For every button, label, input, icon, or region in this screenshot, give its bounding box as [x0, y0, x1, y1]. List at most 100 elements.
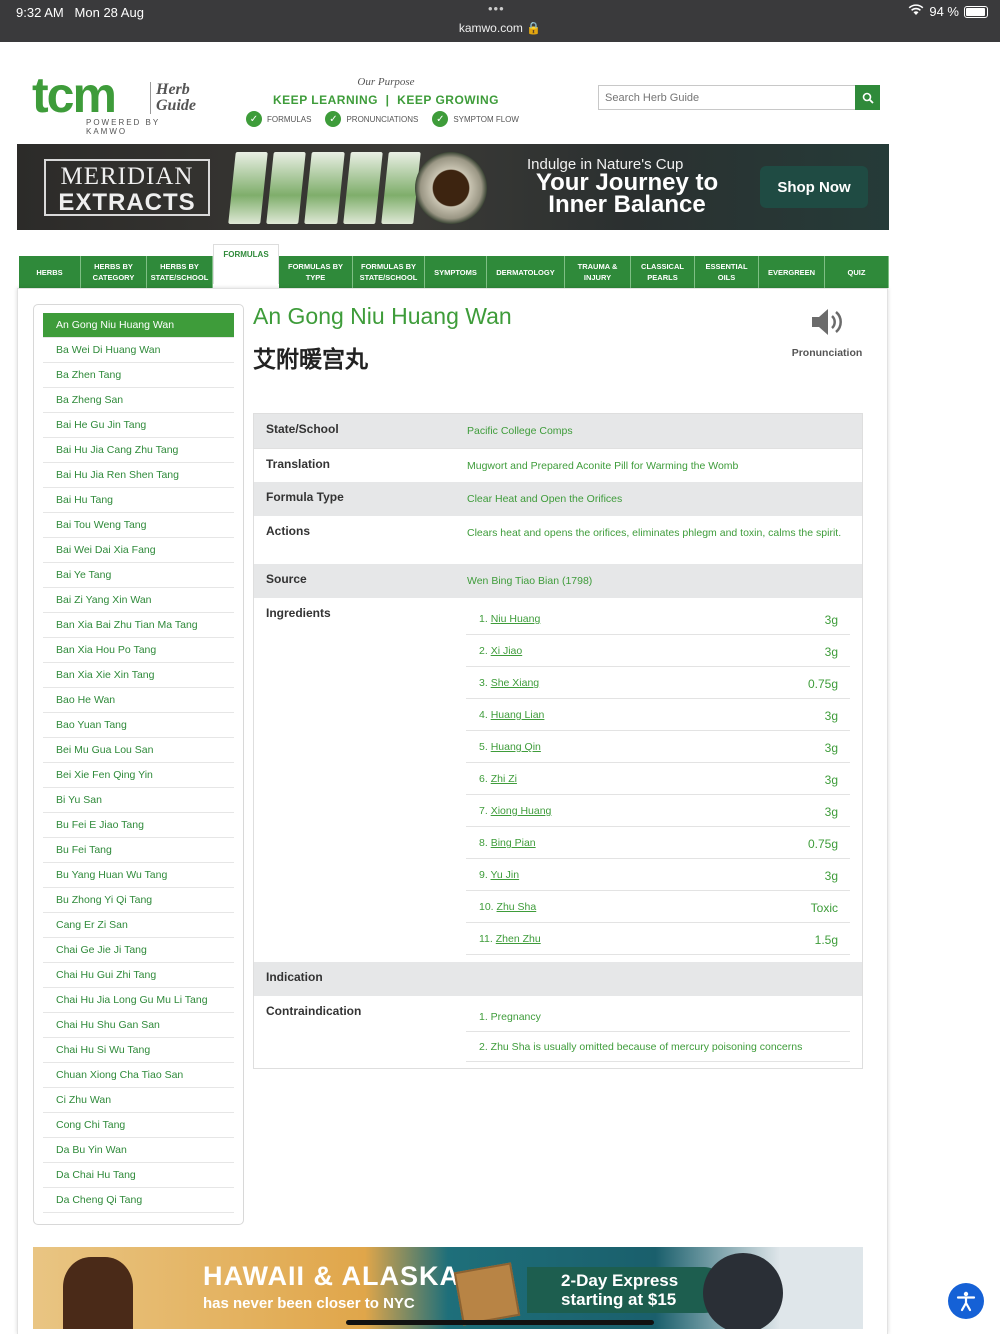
- ingredient-link[interactable]: Yu Jin: [491, 869, 520, 881]
- tab-herbs[interactable]: HERBS: [19, 256, 81, 288]
- formula-list-item[interactable]: Da Cheng Qi Tang: [43, 1188, 234, 1213]
- formula-list-item[interactable]: Da Chai Hu Tang: [43, 1163, 234, 1188]
- formula-list-item[interactable]: Bai Hu Jia Cang Zhu Tang: [43, 438, 234, 463]
- ingredient-row: 6. Zhi Zi 3g: [466, 763, 850, 795]
- lock-icon: 🔒: [526, 21, 542, 35]
- formula-list-item[interactable]: Ba Zhen Tang: [43, 363, 234, 388]
- ingredient-row: 10. Zhu Sha Toxic: [466, 891, 850, 923]
- search-button[interactable]: [855, 85, 880, 110]
- formula-list-item[interactable]: Ci Zhu Wan: [43, 1088, 234, 1113]
- formula-chinese-name: 艾附暖宫丸: [253, 346, 368, 372]
- tab-herbs-by-category[interactable]: HERBS BY CATEGORY: [81, 256, 147, 288]
- ingredient-row: 9. Yu Jin 3g: [466, 859, 850, 891]
- formula-list-item[interactable]: Bao Yuan Tang: [43, 713, 234, 738]
- tab-quiz[interactable]: QUIZ: [825, 256, 889, 288]
- formula-list-item[interactable]: Ban Xia Bai Zhu Tian Ma Tang: [43, 613, 234, 638]
- search-bar: [598, 85, 880, 110]
- shipping-box-image: [453, 1262, 521, 1326]
- formula-list-item[interactable]: Ban Xia Hou Po Tang: [43, 638, 234, 663]
- ingredient-number: 3.: [479, 677, 488, 689]
- formula-list-item[interactable]: Chai Hu Gui Zhi Tang: [43, 963, 234, 988]
- battery-icon: [964, 5, 988, 18]
- ad-person-image: [63, 1257, 133, 1329]
- ingredient-number: 11.: [479, 933, 493, 945]
- ad-subline: has never been closer to NYC: [203, 1295, 415, 1312]
- tab-dots-icon[interactable]: •••: [488, 1, 505, 16]
- ingredient-link[interactable]: She Xiang: [491, 677, 539, 689]
- search-input[interactable]: [598, 85, 855, 110]
- ingredient-number: 5.: [479, 741, 488, 753]
- formula-list-item[interactable]: Ban Xia Xie Xin Tang: [43, 663, 234, 688]
- tab-formulas-by-state-school[interactable]: FORMULAS BY STATE/SCHOOL: [353, 256, 425, 288]
- tab-symptoms[interactable]: SYMPTOMS: [425, 256, 487, 288]
- ingredient-link[interactable]: Niu Huang: [491, 613, 541, 625]
- formula-list-item[interactable]: Bai He Gu Jin Tang: [43, 413, 234, 438]
- formula-list-item[interactable]: Ba Wei Di Huang Wan: [43, 338, 234, 363]
- logo-powered-by: POWERED BY KAMWO: [86, 118, 161, 136]
- status-bar: 9:32 AM Mon 28 Aug ••• kamwo.com 🔒 94 %: [0, 0, 1000, 42]
- tab-trauma-injury[interactable]: TRAUMA & INJURY: [565, 256, 631, 288]
- ingredient-link[interactable]: Zhen Zhu: [496, 933, 541, 945]
- formula-list-item[interactable]: Chai Hu Shu Gan San: [43, 1013, 234, 1038]
- meridian-extracts-banner[interactable]: MERIDIAN EXTRACTS Indulge in Nature's Cu…: [17, 144, 889, 230]
- accessibility-button[interactable]: [948, 1283, 984, 1319]
- checkmark-icon: ✓: [325, 111, 342, 127]
- tab-dermatology[interactable]: DERMATOLOGY: [487, 256, 565, 288]
- tab-essential-oils[interactable]: ESSENTIAL OILS: [695, 256, 759, 288]
- ingredient-link[interactable]: Xiong Huang: [491, 805, 552, 817]
- tab-formulas-by-type[interactable]: FORMULAS BY TYPE: [279, 256, 353, 288]
- ingredient-link[interactable]: Huang Lian: [491, 709, 545, 721]
- tab-classical-pearls[interactable]: CLASSICAL PEARLS: [631, 256, 695, 288]
- formula-list-item[interactable]: Bei Mu Gua Lou San: [43, 738, 234, 763]
- ingredient-link[interactable]: Xi Jiao: [491, 645, 523, 657]
- ingredient-amount: 0.75g: [807, 837, 838, 851]
- formula-list-item[interactable]: Ba Zheng San: [43, 388, 234, 413]
- formula-list-item[interactable]: Bi Yu San: [43, 788, 234, 813]
- ingredient-link[interactable]: Zhi Zi: [491, 773, 517, 785]
- formula-list-item[interactable]: Bu Yang Huan Wu Tang: [43, 863, 234, 888]
- banner-headline: Your Journey to Inner Balance: [535, 169, 719, 218]
- ingredient-link[interactable]: Bing Pian: [491, 837, 536, 849]
- formula-list-item[interactable]: Da Bu Yin Wan: [43, 1138, 234, 1163]
- formula-list-item[interactable]: Bai Zi Yang Xin Wan: [43, 588, 234, 613]
- ingredient-row: 4. Huang Lian 3g: [466, 699, 850, 731]
- formula-list-item[interactable]: Chuan Xiong Cha Tiao San: [43, 1063, 234, 1088]
- ingredient-amount: 1.5g: [814, 933, 838, 947]
- formula-list-item[interactable]: Bao He Wan: [43, 688, 234, 713]
- contraindication-item: 1. Pregnancy: [466, 1002, 850, 1032]
- ingredient-link[interactable]: Zhu Sha: [497, 901, 537, 913]
- row-source: Source Wen Bing Tiao Bian (1798): [254, 564, 862, 598]
- formula-list-item[interactable]: Chai Hu Si Wu Tang: [43, 1038, 234, 1063]
- formula-list-item[interactable]: Cang Er Zi San: [43, 913, 234, 938]
- formula-list-item[interactable]: Bai Hu Jia Ren Shen Tang: [43, 463, 234, 488]
- tab-herbs-by-state-school[interactable]: HERBS BY STATE/SCHOOL: [147, 256, 213, 288]
- formula-list-item[interactable]: An Gong Niu Huang Wan: [43, 313, 234, 338]
- formula-list-item[interactable]: Bai Hu Tang: [43, 488, 234, 513]
- ad-offer: 2-Day Express starting at $15: [527, 1267, 727, 1313]
- formula-list-item[interactable]: Chai Hu Jia Long Gu Mu Li Tang: [43, 988, 234, 1013]
- address-bar[interactable]: kamwo.com 🔒: [0, 21, 1000, 35]
- site-logo[interactable]: tcm Herb Guide POWERED BY KAMWO: [32, 67, 202, 136]
- check-formulas: ✓ FORMULAS: [246, 111, 311, 127]
- formula-list-item[interactable]: Bu Fei Tang: [43, 838, 234, 863]
- ingredient-row: 3. She Xiang 0.75g: [466, 667, 850, 699]
- tab-formulas[interactable]: FORMULAS: [213, 244, 279, 284]
- ingredient-link[interactable]: Huang Qin: [491, 741, 541, 753]
- pronunciation-button[interactable]: Pronunciation: [788, 306, 866, 362]
- formula-list-item[interactable]: Bu Zhong Yi Qi Tang: [43, 888, 234, 913]
- ingredient-row: 8. Bing Pian 0.75g: [466, 827, 850, 859]
- tab-evergreen[interactable]: EVERGREEN: [759, 256, 825, 288]
- formula-list-item[interactable]: Cong Chi Tang: [43, 1113, 234, 1138]
- formula-list-item[interactable]: Bai Tou Weng Tang: [43, 513, 234, 538]
- ingredient-row: 1. Niu Huang 3g: [466, 603, 850, 635]
- shop-now-button[interactable]: Shop Now: [760, 166, 868, 208]
- formula-list-item[interactable]: Bai Wei Dai Xia Fang: [43, 538, 234, 563]
- home-indicator[interactable]: [346, 1320, 654, 1325]
- formula-list-item[interactable]: Chai Ge Jie Ji Tang: [43, 938, 234, 963]
- logo-herb-guide: Herb Guide: [150, 82, 196, 114]
- airline-ad-banner[interactable]: HAWAII & ALASKA has never been closer to…: [33, 1247, 863, 1329]
- formula-list-item[interactable]: Bai Ye Tang: [43, 563, 234, 588]
- formula-list-item[interactable]: Bei Xie Fen Qing Yin: [43, 763, 234, 788]
- ingredient-number: 4.: [479, 709, 488, 721]
- formula-list-item[interactable]: Bu Fei E Jiao Tang: [43, 813, 234, 838]
